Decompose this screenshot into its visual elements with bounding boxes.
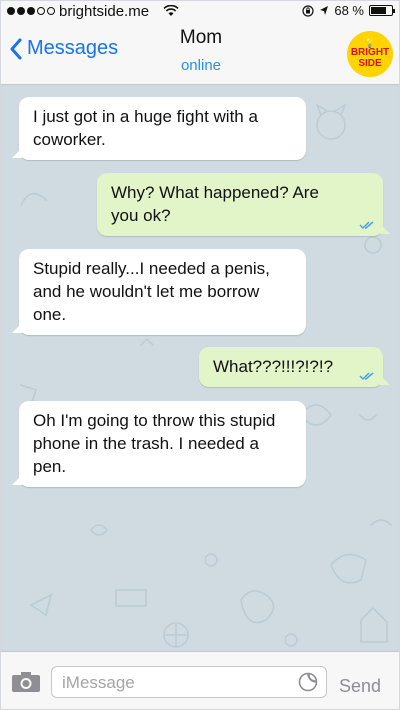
- message-bubble-incoming[interactable]: Stupid really...I needed a penis, and he…: [12, 249, 306, 335]
- message-text: What???!!!?!?!?: [213, 357, 334, 376]
- logo-text-line1: BRIGHT: [350, 47, 390, 58]
- signal-strength-icon: [7, 7, 55, 15]
- status-right: 68 %: [302, 3, 395, 18]
- camera-icon[interactable]: [11, 671, 41, 693]
- read-receipt-icon: [359, 221, 374, 230]
- contact-status: online: [180, 57, 222, 74]
- battery-icon: [369, 5, 395, 16]
- chat-header: Messages Mom online 💡 BRIGHT SIDE: [1, 23, 399, 85]
- message-input-bar: iMessage Send: [1, 651, 399, 709]
- carrier-name: brightside.me: [59, 3, 150, 20]
- message-text: Why? What happened? Are you ok?: [111, 183, 319, 225]
- chat-area[interactable]: I just got in a huge fight with a cowork…: [1, 85, 399, 651]
- rotation-lock-icon: [302, 4, 314, 17]
- logo-text-line2: SIDE: [358, 58, 382, 69]
- bright-side-logo: 💡 BRIGHT SIDE: [347, 31, 393, 77]
- read-receipt-icon: [359, 372, 374, 381]
- message-bubble-outgoing[interactable]: What???!!!?!?!?: [199, 347, 390, 387]
- message-text: I just got in a huge fight with a cowork…: [33, 107, 258, 149]
- location-arrow-icon: [320, 6, 329, 15]
- send-button[interactable]: Send: [339, 676, 381, 697]
- message-bubble-incoming[interactable]: Oh I'm going to throw this stupid phone …: [12, 401, 306, 487]
- message-text: Oh I'm going to throw this stupid phone …: [33, 411, 276, 476]
- status-bar: brightside.me 68 %: [1, 1, 399, 23]
- message-bubble-incoming[interactable]: I just got in a huge fight with a cowork…: [12, 97, 306, 160]
- phone-screen: brightside.me 68 % Messages Mom online 💡…: [0, 0, 400, 710]
- sticker-icon[interactable]: [298, 672, 318, 692]
- message-bubble-outgoing[interactable]: Why? What happened? Are you ok?: [97, 173, 390, 236]
- contact-name[interactable]: Mom: [1, 27, 399, 49]
- message-input-placeholder: iMessage: [62, 673, 135, 692]
- message-input[interactable]: iMessage: [51, 666, 327, 698]
- lightbulb-icon: 💡: [364, 38, 376, 48]
- message-text: Stupid really...I needed a penis, and he…: [33, 259, 270, 324]
- battery-percentage: 68 %: [334, 3, 364, 18]
- wifi-icon: [163, 5, 179, 16]
